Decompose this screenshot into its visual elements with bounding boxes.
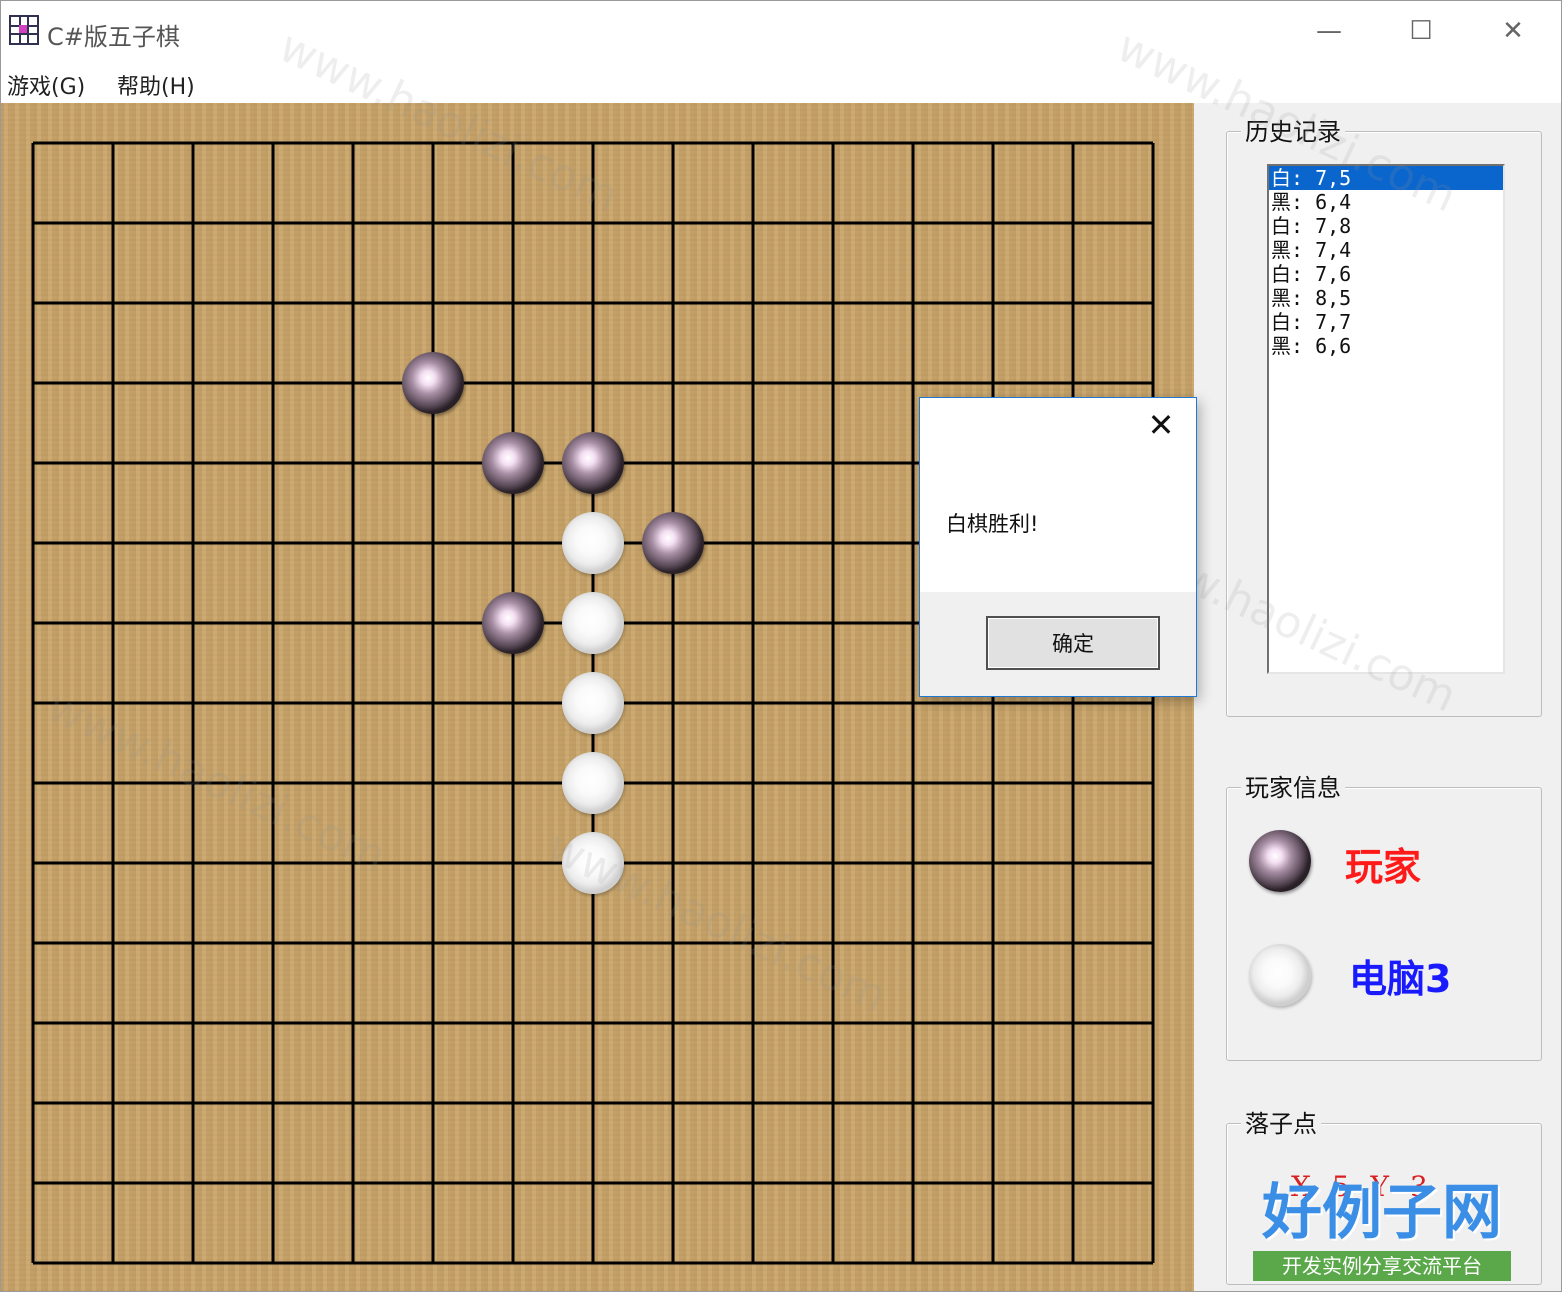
white-stone: [562, 512, 624, 574]
history-item[interactable]: 白: 7,6: [1269, 262, 1503, 286]
close-button[interactable]: ✕: [1483, 9, 1543, 53]
history-item[interactable]: 黑: 8,5: [1269, 286, 1503, 310]
window-title: C#版五子棋: [47, 23, 180, 51]
history-item[interactable]: 黑: 7,4: [1269, 238, 1503, 262]
dialog-message: 白棋胜利!: [946, 512, 1039, 536]
player-black-stone-icon: [1249, 830, 1311, 892]
history-item[interactable]: 黑: 6,6: [1269, 334, 1503, 358]
player-computer-label: 电脑3: [1349, 957, 1452, 1001]
menu-bar: 游戏(G) 帮助(H): [1, 61, 1561, 103]
dialog-close-icon[interactable]: ✕: [1144, 406, 1178, 444]
app-grid-icon: [9, 15, 39, 45]
black-stone: [642, 512, 704, 574]
drop-point-coords: X 5 Y 3: [1291, 1170, 1434, 1203]
ok-button[interactable]: 确定: [986, 616, 1160, 670]
maximize-button[interactable]: ☐: [1391, 9, 1451, 53]
drop-point-title: 落子点: [1241, 1104, 1321, 1139]
history-group: 历史记录 白: 7,5 黑: 6,4 白: 7,8 黑: 7,4 白: 7,6 黑: 8,…: [1226, 112, 1542, 717]
menu-help[interactable]: 帮助(H): [117, 69, 195, 101]
dialog-footer: 确定: [920, 592, 1196, 696]
drop-point-group: 落子点 X 5 Y 3: [1226, 1104, 1542, 1285]
history-item[interactable]: 白: 7,5: [1269, 166, 1503, 190]
history-listbox[interactable]: 白: 7,5 黑: 6,4 白: 7,8 黑: 7,4 白: 7,6 黑: 8,5 白: 7…: [1267, 164, 1505, 674]
win-dialog: ✕ 白棋胜利! 确定: [919, 397, 1197, 697]
player-human-label: 玩家: [1345, 845, 1422, 889]
history-title: 历史记录: [1241, 112, 1345, 147]
player-info-group: 玩家信息 玩家 电脑3: [1226, 768, 1542, 1061]
white-stone: [562, 592, 624, 654]
menu-game[interactable]: 游戏(G): [7, 69, 85, 101]
history-item[interactable]: 白: 7,8: [1269, 214, 1503, 238]
black-stone: [482, 432, 544, 494]
white-stone: [562, 672, 624, 734]
computer-white-stone-icon: [1249, 944, 1311, 1006]
white-stone: [562, 752, 624, 814]
history-item[interactable]: 黑: 6,4: [1269, 190, 1503, 214]
black-stone: [402, 352, 464, 414]
title-bar[interactable]: C#版五子棋 — ☐ ✕: [1, 1, 1561, 61]
game-board[interactable]: [1, 103, 1194, 1291]
black-stone: [562, 432, 624, 494]
black-stone: [482, 592, 544, 654]
minimize-button[interactable]: —: [1299, 9, 1359, 53]
history-item[interactable]: 白: 7,7: [1269, 310, 1503, 334]
main-window: C#版五子棋 — ☐ ✕ 游戏(G) 帮助(H) 历史记录 白: 7,5 黑: 6…: [0, 0, 1562, 1292]
white-stone: [562, 832, 624, 894]
player-info-title: 玩家信息: [1241, 768, 1345, 803]
